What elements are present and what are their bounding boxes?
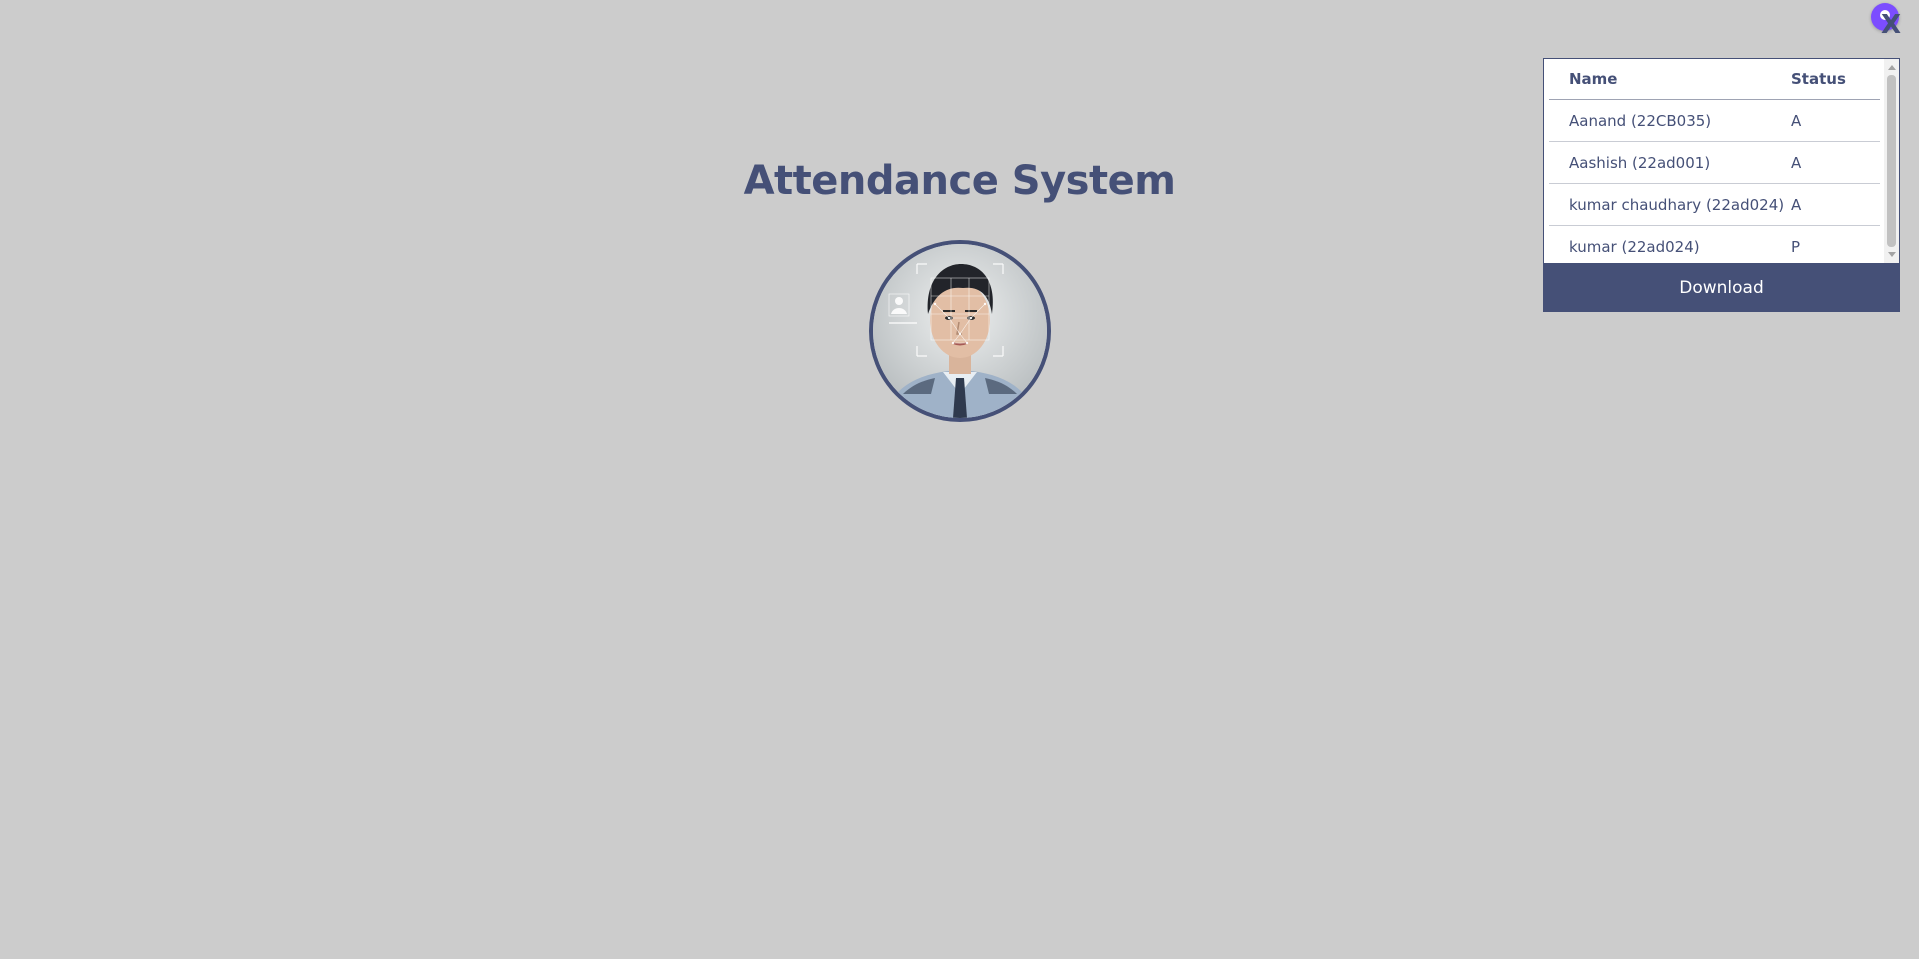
attendance-page: X Attendance System Name Status Aanand (… — [0, 0, 1919, 959]
column-header-name: Name — [1569, 70, 1618, 88]
table-row: kumar (22ad024) P — [1549, 226, 1880, 263]
student-name: Aashish (22ad001) — [1569, 153, 1711, 172]
face-portrait-illustration — [873, 244, 1047, 418]
student-name: kumar (22ad024) — [1569, 237, 1700, 256]
face-recognition-image — [869, 240, 1051, 422]
student-name: Aanand (22CB035) — [1569, 111, 1712, 130]
close-button[interactable]: X — [1881, 12, 1901, 38]
attendance-panel: Name Status Aanand (22CB035) A Aashish (… — [1543, 58, 1900, 312]
scrollbar-thumb[interactable] — [1887, 75, 1896, 247]
scroll-down-arrow-icon[interactable] — [1888, 252, 1896, 257]
table-header-row: Name Status — [1549, 59, 1880, 100]
download-button[interactable]: Download — [1543, 264, 1900, 312]
column-header-status: Status — [1791, 70, 1846, 88]
table-scrollbar[interactable] — [1884, 59, 1899, 263]
attendance-table[interactable]: Name Status Aanand (22CB035) A Aashish (… — [1543, 58, 1900, 264]
attendance-status: A — [1791, 111, 1802, 130]
table-row: Aanand (22CB035) A — [1549, 100, 1880, 142]
attendance-table-body: Name Status Aanand (22CB035) A Aashish (… — [1549, 59, 1880, 263]
scroll-up-arrow-icon[interactable] — [1888, 65, 1896, 70]
student-name: kumar chaudhary (22ad024) — [1569, 195, 1785, 214]
attendance-status: A — [1791, 195, 1802, 214]
attendance-status: P — [1791, 237, 1801, 256]
attendance-status: A — [1791, 153, 1802, 172]
table-row: Aashish (22ad001) A — [1549, 142, 1880, 184]
table-row: kumar chaudhary (22ad024) A — [1549, 184, 1880, 226]
